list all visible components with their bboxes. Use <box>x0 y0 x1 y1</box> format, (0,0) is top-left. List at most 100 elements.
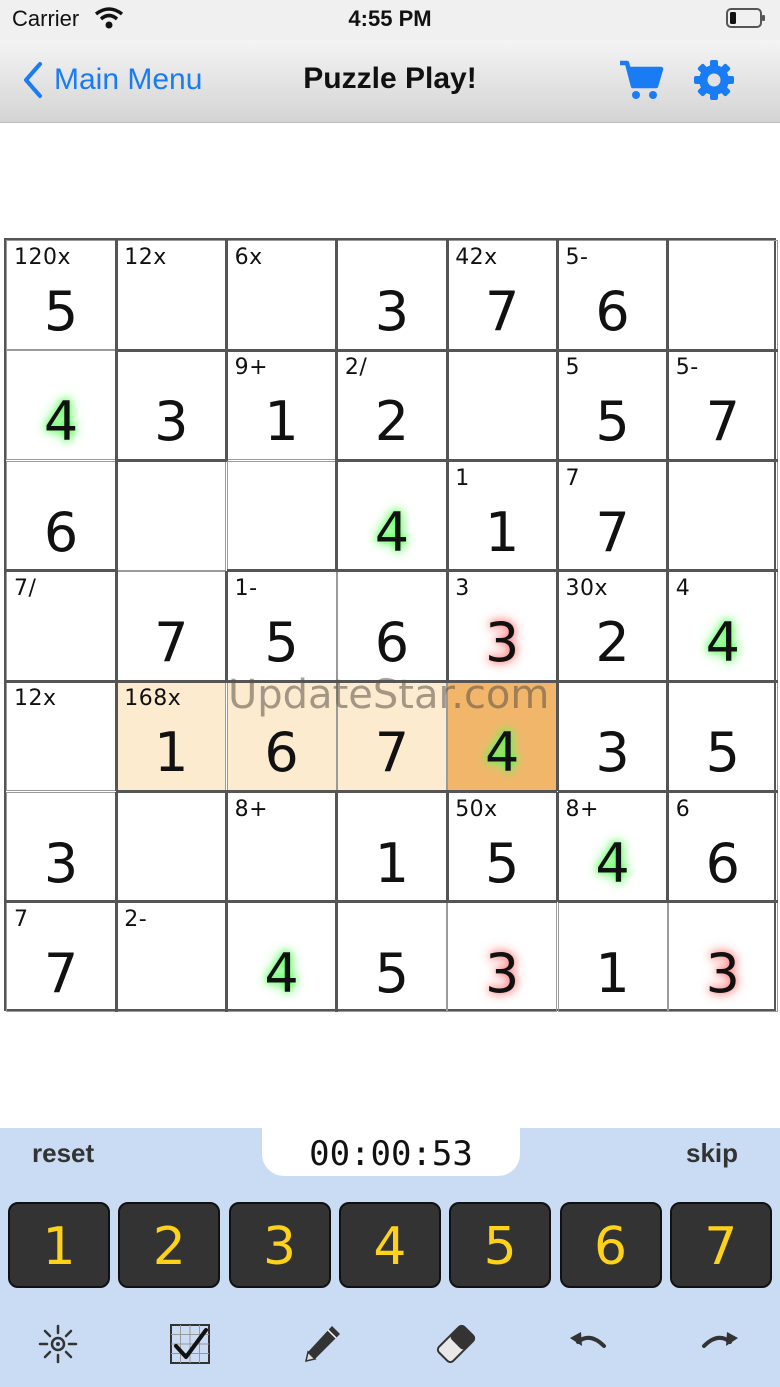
cage-border <box>556 240 559 351</box>
cell-value: 2 <box>595 610 630 674</box>
grid-cell[interactable]: 50x 5 <box>447 791 558 902</box>
grid-cell[interactable]: 3 <box>116 350 227 461</box>
grid-cell[interactable]: 12x <box>116 240 227 350</box>
grid-cell[interactable]: 2- <box>116 901 227 1012</box>
grid-cell[interactable]: 7/ <box>6 570 116 681</box>
settings-button[interactable] <box>692 58 736 102</box>
skip-button[interactable]: skip <box>686 1138 738 1169</box>
check-button[interactable] <box>166 1320 214 1368</box>
grid-cell[interactable]: 4 <box>336 460 447 571</box>
nav-bar: Main Menu Puzzle Play! <box>0 40 780 123</box>
cage-border <box>114 460 118 571</box>
grid-cell[interactable]: 3 <box>6 791 116 902</box>
grid-cell[interactable] <box>667 240 778 350</box>
grid-cell[interactable]: 3 <box>557 681 668 792</box>
hint-button[interactable] <box>34 1320 82 1368</box>
cell-value: 7 <box>374 721 410 785</box>
cell-value: 6 <box>705 831 740 895</box>
grid-cell[interactable]: 12x <box>6 681 116 792</box>
grid-cell[interactable]: 7 <box>116 570 227 681</box>
grid-cell[interactable] <box>116 791 227 902</box>
cage-border <box>445 570 449 682</box>
cage-border <box>116 348 227 352</box>
cage-border <box>226 790 337 793</box>
grid-cell[interactable] <box>447 350 558 461</box>
grid-cell[interactable]: 5- 6 <box>557 240 668 350</box>
cell-value: 4 <box>374 500 410 564</box>
back-button[interactable]: Main Menu <box>22 58 202 102</box>
grid-cell[interactable]: 4 <box>226 901 337 1012</box>
reset-button[interactable]: reset <box>32 1138 94 1169</box>
grid-cell[interactable]: 1 <box>557 901 668 1012</box>
grid-cell[interactable]: 4 <box>447 681 558 792</box>
grid-cell[interactable]: 42x 7 <box>447 240 558 350</box>
cage-border <box>667 900 779 904</box>
grid-cell[interactable]: 120x 5 <box>6 240 116 350</box>
cage-clue: 7 <box>14 906 29 932</box>
grid-cell[interactable]: 3 <box>336 240 447 350</box>
cage-border <box>447 679 558 683</box>
cell-value: 3 <box>154 390 189 454</box>
cage-clue: 8+ <box>234 796 269 822</box>
cage-border <box>556 570 559 682</box>
grid-cell[interactable]: 77 <box>6 901 116 1012</box>
cage-border <box>557 348 668 352</box>
numpad-key-5[interactable]: 5 <box>449 1202 552 1288</box>
undo-button[interactable] <box>564 1320 612 1368</box>
grid-cell[interactable]: 30x 2 <box>557 570 668 681</box>
numpad-key-7[interactable]: 7 <box>669 1202 772 1288</box>
cell-value: 4 <box>595 831 630 895</box>
eraser-icon <box>436 1324 476 1364</box>
cell-value: 5 <box>43 280 79 343</box>
cage-border <box>335 350 339 461</box>
numpad-key-1[interactable]: 1 <box>8 1202 110 1288</box>
check-grid-icon <box>170 1324 210 1364</box>
cage-border <box>6 679 117 683</box>
grid-cell[interactable]: 1 <box>336 791 447 902</box>
cage-border <box>6 900 117 904</box>
grid-cell[interactable]: 3 <box>447 901 558 1012</box>
grid-cell[interactable]: 7 <box>336 681 447 792</box>
grid-cell[interactable]: 5 <box>667 681 778 792</box>
grid-cell[interactable]: 9+ 1 <box>226 350 337 461</box>
grid-cell[interactable]: 4 <box>6 350 116 461</box>
cell-value: 5 <box>374 941 410 1005</box>
numpad-key-3[interactable]: 3 <box>228 1202 331 1288</box>
cage-border <box>114 901 118 1013</box>
grid-cell[interactable]: 66 <box>667 791 778 902</box>
grid-cell[interactable]: 8+ 4 <box>557 791 668 902</box>
cell-value: 3 <box>705 941 740 1005</box>
grid-cell[interactable]: 168x 1 <box>116 681 227 792</box>
grid-cell[interactable]: 33 <box>447 570 558 681</box>
grid-cell[interactable]: 3 <box>667 901 778 1012</box>
redo-button[interactable] <box>696 1320 744 1368</box>
cage-clue: 9+ <box>234 355 269 381</box>
cell-value: 5 <box>595 390 630 454</box>
numpad-key-4[interactable]: 4 <box>338 1202 441 1288</box>
grid-cell[interactable]: 6x <box>226 240 337 350</box>
grid-cell[interactable]: 5 <box>336 901 447 1012</box>
grid-cell[interactable]: 6 <box>226 681 337 792</box>
undo-icon <box>570 1332 606 1348</box>
gear-icon <box>694 60 734 100</box>
grid-cell[interactable]: 77 <box>557 460 668 571</box>
grid-cell[interactable] <box>116 460 227 571</box>
cell-value: 1 <box>485 500 520 564</box>
grid-cell[interactable]: 6 <box>6 460 116 571</box>
grid-cell[interactable] <box>667 460 778 571</box>
redo-icon <box>702 1332 738 1348</box>
grid-cell[interactable]: 11 <box>447 460 558 571</box>
grid-cell[interactable]: 44 <box>667 570 778 681</box>
eraser-button[interactable] <box>432 1320 480 1368</box>
grid-cell[interactable]: 2/2 <box>336 350 447 461</box>
grid-cell[interactable]: 8+ <box>226 791 337 902</box>
pencil-button[interactable] <box>298 1320 346 1368</box>
cart-button[interactable] <box>618 58 664 102</box>
numpad-key-6[interactable]: 6 <box>559 1202 662 1288</box>
grid-cell[interactable] <box>226 460 337 571</box>
grid-cell[interactable]: 6 <box>336 570 447 681</box>
grid-cell[interactable]: 5- 7 <box>667 350 778 461</box>
grid-cell[interactable]: 55 <box>557 350 668 461</box>
numpad-key-2[interactable]: 2 <box>118 1202 221 1288</box>
grid-cell[interactable]: 1- 5 <box>226 570 337 681</box>
